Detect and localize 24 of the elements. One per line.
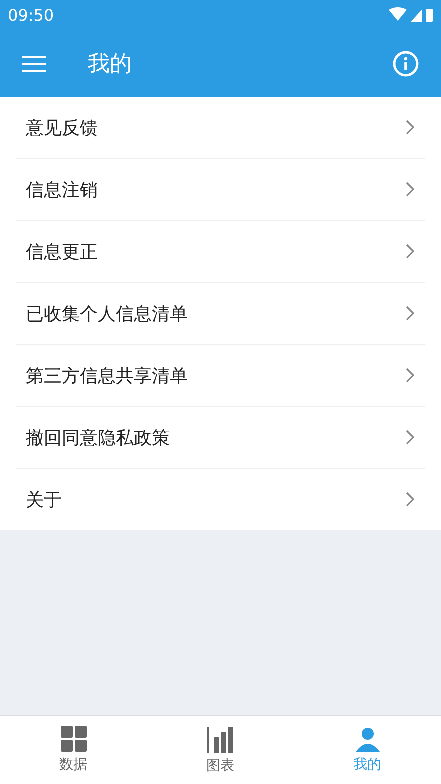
status-icons xyxy=(389,7,433,23)
chevron-icon xyxy=(406,120,415,135)
info-icon[interactable] xyxy=(393,50,419,76)
person-icon xyxy=(354,726,380,752)
chevron-icon xyxy=(406,306,415,321)
nav-tab[interactable]: 图表 xyxy=(147,716,294,784)
nav-tab[interactable]: 数据 xyxy=(0,716,147,784)
menu-item[interactable]: 信息注销 xyxy=(16,159,425,221)
chevron-icon xyxy=(406,368,415,383)
menu-item[interactable]: 第三方信息共享清单 xyxy=(16,345,425,407)
chevron-icon xyxy=(406,182,415,197)
chevron-icon xyxy=(406,492,415,507)
menu-item[interactable]: 关于 xyxy=(16,469,425,530)
menu-icon[interactable] xyxy=(22,54,46,72)
chevron-icon xyxy=(406,244,415,259)
menu-item[interactable]: 信息更正 xyxy=(16,221,425,283)
page-title: 我的 xyxy=(88,50,133,78)
chevron-icon xyxy=(406,430,415,445)
bar-chart-icon xyxy=(206,725,234,753)
menu-item[interactable]: 撤回同意隐私政策 xyxy=(16,407,425,469)
status-time: 09:50 xyxy=(8,6,54,24)
menu-item[interactable]: 已收集个人信息清单 xyxy=(16,283,425,345)
menu-item[interactable]: 意见反馈 xyxy=(16,97,425,159)
grid-icon xyxy=(60,726,86,752)
